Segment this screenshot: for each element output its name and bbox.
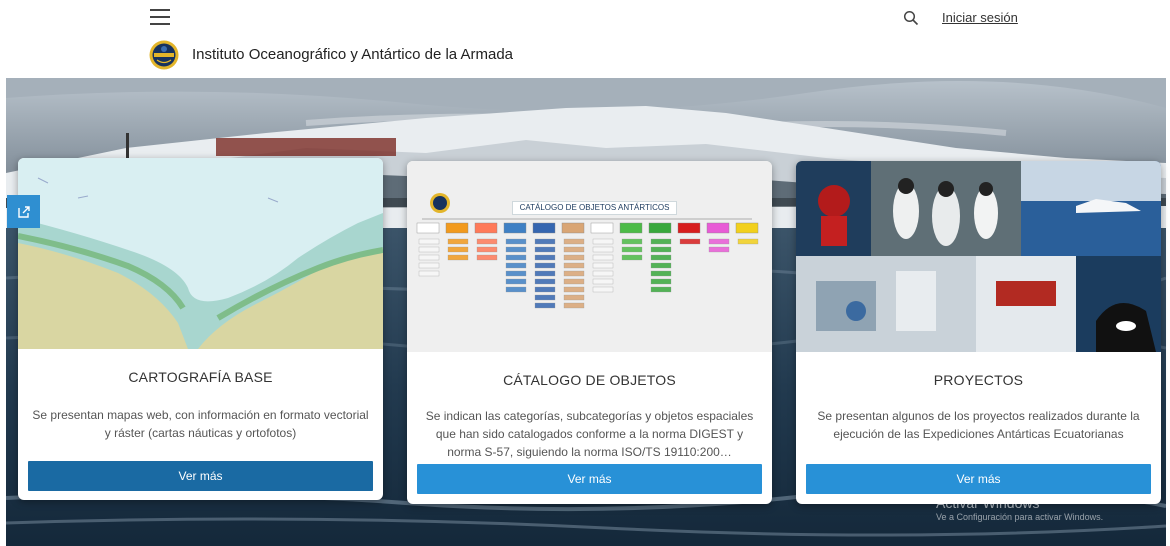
- card-title: CÁTALOGO DE OBJETOS: [503, 372, 676, 388]
- card-proyectos[interactable]: PROYECTOS Se presentan algunos de los pr…: [796, 161, 1161, 504]
- search-icon[interactable]: [903, 10, 919, 26]
- card-cartografia-base[interactable]: CARTOGRAFÍA BASE Se presentan mapas web,…: [18, 158, 383, 500]
- card-catalogo-objetos[interactable]: CATÁLOGO DE OBJETOS ANTÁRTICOS CÁTALOGO …: [407, 161, 772, 504]
- card-title: CARTOGRAFÍA BASE: [128, 369, 273, 385]
- signin-link[interactable]: Iniciar sesión: [942, 10, 1018, 25]
- ver-mas-button[interactable]: Ver más: [806, 464, 1151, 494]
- projects-collage-image: [796, 161, 1161, 352]
- institute-seal-logo[interactable]: [149, 40, 179, 70]
- card-description: Se presentan mapas web, con información …: [32, 408, 369, 440]
- catalog-diagram-title: CATÁLOGO DE OBJETOS ANTÁRTICOS: [512, 201, 677, 215]
- catalog-diagram-image: CATÁLOGO DE OBJETOS ANTÁRTICOS: [407, 161, 772, 352]
- site-header: Iniciar sesión Instituto Oceanográfico y…: [0, 0, 1170, 78]
- card-description: Se indican las categorías, subcategorías…: [425, 409, 754, 459]
- side-share-tab[interactable]: [7, 195, 40, 228]
- ver-mas-button[interactable]: Ver más: [28, 461, 373, 491]
- card-description: Se presentan algunos de los proyectos re…: [817, 409, 1140, 441]
- external-link-icon: [17, 205, 30, 218]
- ver-mas-button[interactable]: Ver más: [417, 464, 762, 494]
- hamburger-menu-icon[interactable]: [150, 9, 170, 25]
- org-title: Instituto Oceanográfico y Antártico de l…: [192, 46, 514, 63]
- card-title: PROYECTOS: [933, 372, 1024, 388]
- nautical-chart-image: [18, 158, 383, 349]
